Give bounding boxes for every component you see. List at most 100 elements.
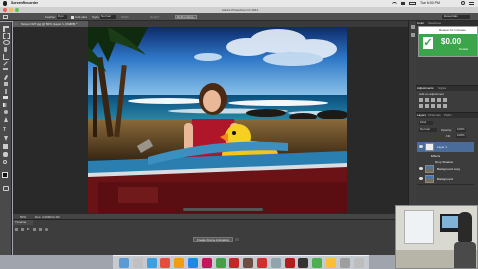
illustrator-icon[interactable] [174, 258, 185, 268]
dodge-tool-icon[interactable] [4, 110, 8, 114]
filezilla-icon[interactable] [284, 258, 295, 268]
volume-icon[interactable] [401, 2, 405, 5]
foreground-color-swatch[interactable] [2, 172, 8, 178]
safari-icon[interactable] [146, 258, 157, 268]
tab-layers[interactable]: Layers [417, 113, 426, 118]
minimize-button[interactable] [9, 8, 13, 12]
opacity-label: Opacity: [441, 128, 453, 132]
facetime-icon[interactable] [312, 258, 323, 268]
settings-icon[interactable] [45, 228, 48, 231]
canvas-area[interactable] [13, 27, 408, 213]
style-select[interactable]: Normal [100, 15, 116, 19]
create-frame-animation-button[interactable]: Create Frame Animation [193, 237, 233, 242]
wifi-icon[interactable] [392, 2, 397, 5]
brightness-icon[interactable] [419, 98, 423, 102]
tab-styles[interactable]: Styles [438, 86, 446, 91]
apple-icon[interactable] [3, 1, 7, 6]
chrome-icon[interactable] [160, 258, 171, 268]
color-balance-icon[interactable] [425, 104, 429, 108]
pen-tool-icon[interactable] [4, 117, 8, 122]
brush-tool-icon[interactable] [3, 74, 9, 81]
preview-icon[interactable] [270, 258, 281, 268]
blend-mode-select[interactable]: Normal [419, 128, 437, 132]
anti-alias-checkbox[interactable] [71, 15, 74, 19]
black-white-icon[interactable] [431, 104, 435, 108]
refine-edge-button[interactable]: Refine Edge... [175, 15, 197, 19]
trash-icon[interactable] [353, 258, 364, 268]
bridge-icon[interactable] [243, 258, 254, 268]
search-icon[interactable] [461, 1, 465, 5]
eraser-tool-icon[interactable] [3, 96, 8, 99]
exposure-icon[interactable] [437, 98, 441, 102]
levels-icon[interactable] [425, 98, 429, 102]
marquee-tool-icon[interactable] [3, 33, 10, 39]
channel-mixer-icon[interactable] [443, 104, 447, 108]
layer-name[interactable]: Background [437, 177, 453, 181]
terminal-icon[interactable] [298, 258, 309, 268]
notes-icon[interactable] [326, 258, 336, 268]
history-brush-icon[interactable] [5, 89, 7, 94]
first-frame-icon[interactable] [15, 228, 18, 231]
battery-icon[interactable] [409, 2, 416, 5]
photo-filter-icon[interactable] [437, 104, 441, 108]
layer-name[interactable]: Background copy [437, 167, 460, 171]
visibility-eye-icon[interactable] [419, 145, 423, 148]
dropdown-arrow-icon[interactable] [235, 238, 239, 241]
workspace-select[interactable]: Essentials [442, 15, 470, 19]
ad-popup[interactable]: Reason for increase ✓ $0.00 Details [418, 26, 478, 57]
ad-details-link[interactable]: Details [459, 48, 468, 51]
zoom-tool-icon[interactable] [3, 160, 7, 164]
visibility-eye-icon[interactable] [419, 167, 423, 170]
move-tool-icon[interactable] [3, 26, 9, 32]
hand-tool-icon[interactable] [3, 152, 8, 157]
path-select-tool-icon[interactable] [4, 136, 8, 141]
photoshop-icon[interactable] [188, 258, 198, 268]
kind-filter[interactable]: Kind [419, 121, 433, 125]
app-menu[interactable]: ScreenRecorder [11, 0, 38, 6]
settings-icon[interactable] [339, 258, 350, 268]
quick-select-tool-icon[interactable] [4, 47, 7, 52]
curves-icon[interactable] [431, 98, 435, 102]
history-icon[interactable] [411, 25, 415, 29]
layer-name[interactable]: Layer 1 [437, 145, 447, 149]
healing-brush-icon[interactable] [3, 68, 8, 70]
dreamweaver-icon[interactable] [215, 258, 226, 268]
horizontal-scrollbar[interactable] [183, 208, 263, 211]
launchpad-icon[interactable] [132, 258, 143, 268]
play-icon[interactable] [27, 228, 30, 230]
tab-paths[interactable]: Paths [444, 113, 452, 118]
fill-input[interactable]: 100% [456, 134, 466, 138]
clone-stamp-icon[interactable] [4, 82, 8, 86]
shape-tool-icon[interactable] [3, 144, 8, 149]
close-tab-icon[interactable]: × [15, 22, 17, 26]
gradient-tool-icon[interactable] [3, 103, 8, 107]
quick-mask-icon[interactable] [3, 186, 9, 191]
vibrance-icon[interactable] [443, 98, 447, 102]
visibility-eye-icon[interactable] [419, 177, 423, 180]
feather-input[interactable]: 0 px [57, 15, 67, 19]
tab-adjustments[interactable]: Adjustments [417, 86, 434, 91]
indesign-icon[interactable] [201, 258, 212, 268]
crop-tool-icon[interactable] [3, 54, 9, 60]
zoom-button[interactable] [15, 8, 19, 12]
type-tool-icon[interactable]: T [3, 128, 9, 133]
tab-timeline[interactable]: Timeline [13, 220, 33, 225]
finder-icon[interactable] [119, 258, 129, 268]
close-button[interactable] [3, 8, 7, 12]
properties-icon[interactable] [411, 33, 415, 37]
audio-icon[interactable] [39, 228, 42, 231]
clock[interactable]: Tue 6:00 PM [420, 0, 440, 6]
marquee-tool-icon[interactable] [3, 15, 8, 19]
tab-channels[interactable]: Channels [428, 113, 441, 118]
eyedropper-tool-icon[interactable] [3, 61, 8, 66]
prev-frame-icon[interactable] [21, 228, 24, 231]
layer-row[interactable]: Background [417, 174, 474, 185]
list-icon[interactable] [469, 2, 474, 5]
lasso-tool-icon[interactable] [3, 40, 10, 45]
hue-icon[interactable] [419, 104, 423, 108]
acrobat-icon[interactable] [257, 258, 267, 268]
opacity-input[interactable]: 100% [456, 128, 466, 132]
next-frame-icon[interactable] [33, 228, 36, 231]
flash-icon[interactable] [229, 258, 240, 268]
document-image[interactable] [88, 27, 347, 213]
